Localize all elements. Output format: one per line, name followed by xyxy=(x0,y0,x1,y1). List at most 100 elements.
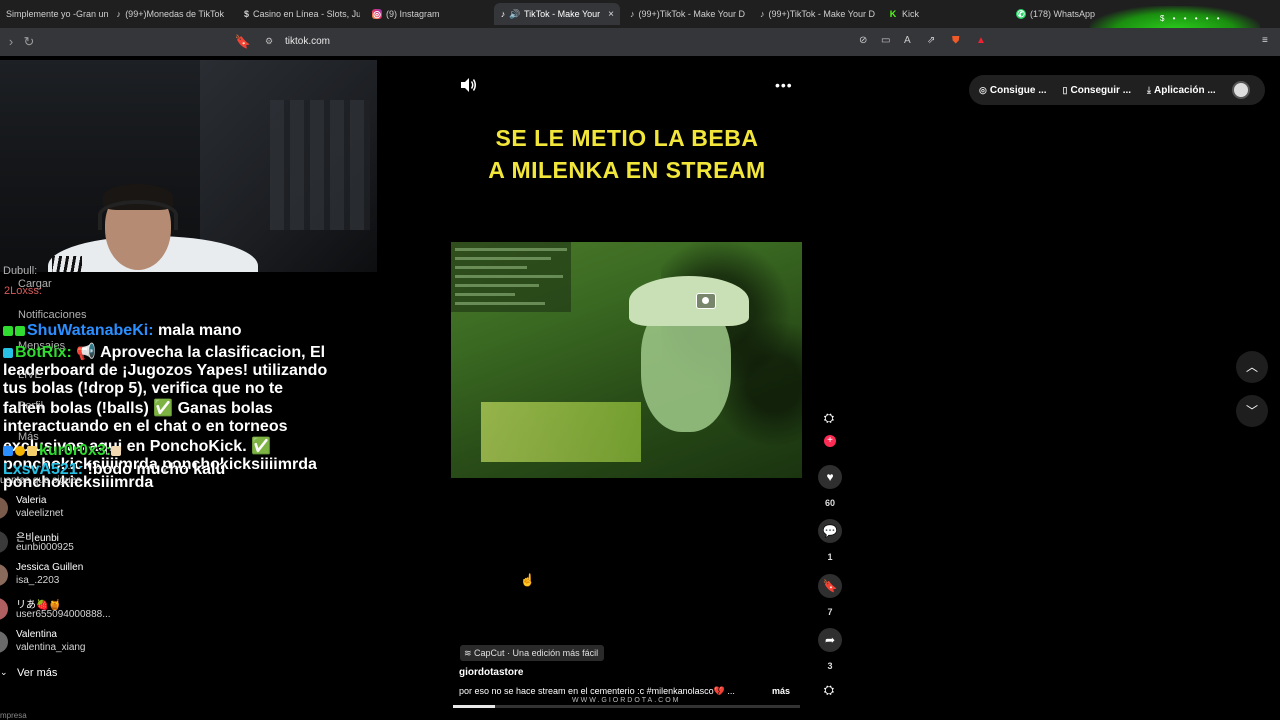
music-disc-icon[interactable]: ⛭ xyxy=(818,682,840,704)
more-options-icon[interactable]: ••• xyxy=(775,77,793,93)
sidebar-item-live[interactable]: LIVE xyxy=(18,369,42,381)
following-account[interactable]: Valeria valeeliznet xyxy=(0,493,200,523)
chat-ghost-text: Dubull: xyxy=(3,265,38,277)
speaker-icon: 🔊 xyxy=(509,8,521,19)
browser-tab-bar: Simplemente yo -Gran un ♪ (99+)Monedas d… xyxy=(0,0,1280,28)
tab-label: (99+)TikTok - Make Your D xyxy=(638,9,745,19)
browser-tab-active[interactable]: ♪ 🔊 TikTok - Make Your × xyxy=(494,3,620,25)
share-icon[interactable]: ⇗ xyxy=(927,35,935,49)
comment-icon: 💬 xyxy=(822,524,838,538)
save-button[interactable]: 🔖 xyxy=(818,574,842,598)
menu-icon[interactable]: ≡ xyxy=(1262,35,1268,49)
bookmark-icon[interactable]: 🔖 xyxy=(234,33,252,51)
avatar xyxy=(0,531,8,553)
phone-icon: ▯ xyxy=(1062,84,1068,95)
video-caption: por eso no se hace stream en el cementer… xyxy=(459,686,735,696)
capcut-icon: ≋ xyxy=(464,648,475,658)
browser-tab[interactable]: $ Casino en Línea - Slots, Ju xyxy=(238,3,360,25)
follow-plus-button[interactable]: + xyxy=(824,435,836,447)
progress-fill xyxy=(453,705,495,708)
browser-tab[interactable]: ♪ (99+)TikTok - Make Your D xyxy=(624,3,748,25)
gift-badge-icon xyxy=(15,325,25,336)
brave-shield-icon[interactable]: ⛊ xyxy=(952,35,960,49)
header-actions: ◎ Consigue ... ▯ Conseguir ... ⤓ Aplicación… xyxy=(969,75,1265,105)
sidebar-item-profile[interactable]: Perfil xyxy=(18,400,43,412)
tiktok-icon: ♪ xyxy=(760,9,765,19)
get-coins-button[interactable]: ◎ Consigue ... xyxy=(979,85,1047,96)
no-track-icon[interactable]: ⊘ xyxy=(859,35,867,49)
avatar xyxy=(0,564,8,586)
volume-icon[interactable] xyxy=(459,77,477,93)
footer-link[interactable]: mpresa xyxy=(0,711,27,720)
chat-text: !bodo mucho kalú xyxy=(83,461,226,478)
chat-username[interactable]: kur0r0x3: xyxy=(39,442,111,459)
browser-tab[interactable]: ◎ (9) Instagram xyxy=(366,3,486,25)
account-name: Valeria xyxy=(16,495,47,506)
emote-icon xyxy=(111,445,122,456)
streamer-webcam xyxy=(0,60,377,272)
next-video-button[interactable]: ﹀ xyxy=(1236,395,1268,427)
comment-count: 1 xyxy=(827,552,833,562)
tab-label: Simplemente yo -Gran un xyxy=(6,9,109,19)
headline-line: A MILENKA EN STREAM xyxy=(488,157,766,183)
sidebar-item-notifications[interactable]: Notificaciones xyxy=(18,309,86,321)
url-field[interactable]: tiktok.com xyxy=(285,36,330,47)
tab-label: (99+)Monedas de TikTok xyxy=(125,9,224,19)
video-headline: SE LE METIO LA BEBA A MILENKA EN STREAM xyxy=(450,122,804,186)
chevron-up-icon: ︿ xyxy=(1245,360,1258,374)
avatar xyxy=(0,631,8,653)
browser-tab[interactable]: K Kick xyxy=(882,3,1006,25)
account-handle: valentina_xiang xyxy=(16,642,86,653)
following-account[interactable]: Valentina valentina_xiang xyxy=(0,627,200,657)
following-account[interactable]: リあ🍓🍯 user655094000888... xyxy=(0,594,200,624)
translate-icon[interactable]: A xyxy=(904,35,911,49)
following-account[interactable]: Jessica Guillen isa_.2203 xyxy=(0,560,200,590)
account-handle: isa_.2203 xyxy=(16,575,60,586)
browser-tab[interactable]: ♪ (99+)Monedas de TikTok xyxy=(110,3,230,25)
see-more-link[interactable]: Ver más xyxy=(17,667,57,679)
brave-rewards-icon[interactable]: ▲ xyxy=(976,35,986,49)
avatar xyxy=(0,598,8,620)
get-coins-label: Consigue ... xyxy=(989,84,1047,96)
avatar xyxy=(0,497,8,519)
get-app-label: Conseguir ... xyxy=(1070,84,1132,96)
share-button[interactable]: ➦ xyxy=(818,628,842,652)
account-handle: valeeliznet xyxy=(16,508,64,519)
chat-username[interactable]: ShuWatanabeKi: xyxy=(27,322,154,339)
tiktok-icon: ♪ xyxy=(116,9,121,19)
cast-icon[interactable]: ▭ xyxy=(881,35,890,49)
chevron-down-icon: ﹀ xyxy=(1245,404,1258,418)
bookmark-icon: 🔖 xyxy=(822,579,838,593)
close-icon[interactable]: × xyxy=(608,9,614,20)
browser-tab[interactable]: ♪ (99+)TikTok - Make Your D xyxy=(754,3,878,25)
eye-icon xyxy=(696,293,716,309)
overlay-dots: $ • • • • • xyxy=(1160,14,1223,23)
caption-more-link[interactable]: más xyxy=(772,686,790,696)
following-account[interactable]: 은비eunbi eunbi000925 xyxy=(0,527,200,557)
headset xyxy=(98,200,178,230)
video-author[interactable]: giordotastore xyxy=(459,667,523,678)
headline-line: SE LE METIO LA BEBA xyxy=(495,125,759,151)
following-header: uentas que sigues xyxy=(0,475,82,486)
account-name: Jessica Guillen xyxy=(16,562,84,573)
chat-username[interactable]: BotRix: xyxy=(15,344,72,361)
webcam-background-shelf xyxy=(270,100,370,230)
like-button[interactable]: ♥ xyxy=(818,465,842,489)
reload-icon[interactable]: ↻ xyxy=(20,33,38,51)
capcut-badge[interactable]: ≋ CapCut · Una edición más fácil xyxy=(460,645,605,661)
profile-avatar[interactable] xyxy=(1232,81,1250,99)
browser-tab[interactable]: Simplemente yo -Gran un xyxy=(0,3,110,25)
heart-icon: ♥ xyxy=(826,470,834,484)
clip-chat-overlay xyxy=(451,242,571,312)
previous-video-button[interactable]: ︿ xyxy=(1236,351,1268,383)
forward-icon[interactable]: › xyxy=(2,33,20,51)
site-info-icon[interactable]: ⚙ xyxy=(265,36,277,48)
video-progress-bar[interactable] xyxy=(453,705,800,708)
whatsapp-icon: ✆ xyxy=(1016,8,1026,19)
shirt-stripes xyxy=(52,256,82,272)
creator-avatar[interactable]: ⛭ xyxy=(818,410,840,432)
comment-button[interactable]: 💬 xyxy=(818,519,842,543)
chat-message: kur0r0x3: xyxy=(3,442,328,460)
get-app-button[interactable]: ▯ Conseguir ... xyxy=(1063,85,1132,96)
desktop-app-button[interactable]: ⤓ Aplicación ... xyxy=(1147,85,1216,96)
